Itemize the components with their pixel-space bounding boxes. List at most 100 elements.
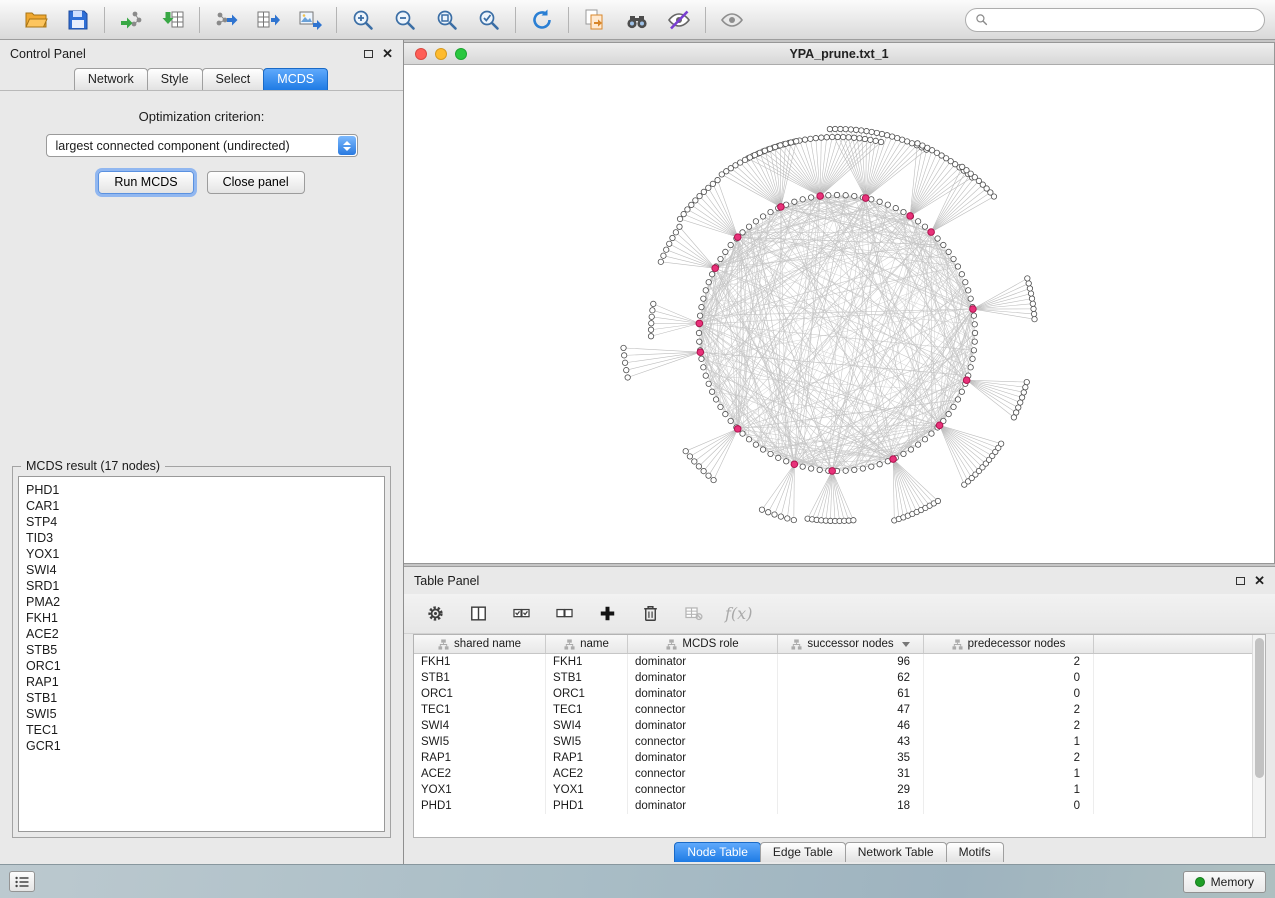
cell-filler [1094,734,1265,750]
column-header-predecessor-nodes[interactable]: predecessor nodes [924,635,1094,653]
network-view[interactable] [404,65,1272,563]
tab-network-table[interactable]: Network Table [845,842,947,862]
tab-network[interactable]: Network [74,68,148,90]
import-table-icon[interactable] [160,7,186,33]
table-row[interactable]: RAP1RAP1dominator352 [414,750,1265,766]
float-table-panel-button[interactable] [1236,577,1245,585]
cell-name: TEC1 [546,702,628,718]
mcds-result-item[interactable]: RAP1 [26,674,377,690]
memory-button[interactable]: Memory [1183,871,1266,893]
network-node [1031,306,1036,311]
mcds-result-item[interactable]: STB1 [26,690,377,706]
table-scrollbar[interactable] [1252,635,1265,837]
mcds-result-item[interactable]: YOX1 [26,546,377,562]
column-header-successor-nodes[interactable]: successor nodes [778,635,924,653]
table-settings-gear-icon[interactable] [424,603,446,625]
table-row[interactable]: STB1STB1dominator620 [414,670,1265,686]
export-network-icon[interactable] [213,7,239,33]
cell-predecessor-nodes: 2 [924,718,1094,734]
maximize-window-button[interactable] [455,48,467,60]
mcds-result-item[interactable]: SRD1 [26,578,377,594]
table-row[interactable]: TEC1TEC1connector472 [414,702,1265,718]
network-node [718,256,723,261]
tab-node-table[interactable]: Node Table [674,842,761,862]
mcds-result-item[interactable]: ORC1 [26,658,377,674]
mcds-result-item[interactable]: STB5 [26,642,377,658]
network-node [834,192,839,197]
network-node [869,129,874,134]
open-session-icon[interactable] [23,7,49,33]
close-window-button[interactable] [415,48,427,60]
column-header-mcds-role[interactable]: MCDS role [628,635,778,653]
minimize-window-button[interactable] [435,48,447,60]
network-node [760,214,765,219]
mcds-result-item[interactable]: FKH1 [26,610,377,626]
table-row[interactable]: PHD1PHD1dominator180 [414,798,1265,814]
table-row[interactable]: ACE2ACE2connector311 [414,766,1265,782]
save-session-icon[interactable] [65,7,91,33]
table-row[interactable]: SWI5SWI5connector431 [414,734,1265,750]
mcds-result-item[interactable]: TEC1 [26,722,377,738]
export-table-icon[interactable] [255,7,281,33]
main-toolbar [0,0,1275,40]
search-input[interactable] [994,13,1255,27]
add-column-icon[interactable] [596,603,618,625]
network-window-titlebar[interactable]: YPA_prune.txt_1 [404,43,1274,65]
search-field[interactable] [965,8,1265,32]
mcds-result-item[interactable]: CAR1 [26,498,377,514]
cell-name: STB1 [546,670,628,686]
eye-slash-icon[interactable] [666,7,692,33]
table-scrollbar-thumb[interactable] [1255,638,1264,778]
delete-column-icon[interactable] [639,603,661,625]
column-type-icon [666,639,677,650]
tab-motifs[interactable]: Motifs [946,842,1004,862]
network-node [835,134,840,139]
network-node [808,136,813,141]
zoom-fit-icon[interactable] [434,7,460,33]
mcds-result-item[interactable]: STP4 [26,514,377,530]
network-node [800,464,805,469]
mcds-result-item[interactable]: SWI4 [26,562,377,578]
table-row[interactable]: SWI4SWI4dominator462 [414,718,1265,734]
mcds-result-item[interactable]: PHD1 [26,482,377,498]
network-node [915,442,920,447]
table-row[interactable]: FKH1FKH1dominator962 [414,654,1265,670]
zoom-in-icon[interactable] [350,7,376,33]
run-mcds-button[interactable]: Run MCDS [98,171,193,194]
close-panel-button-mcds[interactable]: Close panel [207,171,305,194]
tab-style[interactable]: Style [147,68,203,90]
zoom-out-icon[interactable] [392,7,418,33]
show-columns-icon[interactable] [467,603,489,625]
zoom-selected-icon[interactable] [476,7,502,33]
close-table-panel-button[interactable]: ✕ [1254,574,1265,587]
table-row[interactable]: YOX1YOX1connector291 [414,782,1265,798]
sort-dropdown-icon[interactable] [902,642,910,647]
table-row[interactable]: ORC1ORC1dominator610 [414,686,1265,702]
mcds-result-item[interactable]: SWI5 [26,706,377,722]
import-network-icon[interactable] [118,7,144,33]
mcds-result-item[interactable]: GCR1 [26,738,377,754]
tab-edge-table[interactable]: Edge Table [760,842,846,862]
criterion-dropdown[interactable]: largest connected component (undirected) [46,134,358,157]
find-icon[interactable] [624,7,650,33]
deselect-all-icon[interactable] [553,603,575,625]
refresh-layout-icon[interactable] [529,7,555,33]
mcds-result-item[interactable]: TID3 [26,530,377,546]
network-canvas[interactable] [404,65,1274,563]
select-all-icon[interactable] [510,603,532,625]
float-panel-button[interactable] [364,50,373,58]
network-node [723,411,728,416]
eye-icon[interactable] [719,7,745,33]
clone-network-icon[interactable] [582,7,608,33]
show-panels-button[interactable] [9,871,35,892]
export-image-icon[interactable] [297,7,323,33]
network-node [767,146,772,151]
tab-select[interactable]: Select [202,68,265,90]
close-panel-button[interactable]: ✕ [382,47,393,60]
column-header-name[interactable]: name [546,635,628,653]
mcds-result-item[interactable]: PMA2 [26,594,377,610]
column-header-shared-name[interactable]: shared name [414,635,546,653]
cell-predecessor-nodes: 1 [924,734,1094,750]
tab-mcds[interactable]: MCDS [263,68,328,90]
mcds-result-item[interactable]: ACE2 [26,626,377,642]
